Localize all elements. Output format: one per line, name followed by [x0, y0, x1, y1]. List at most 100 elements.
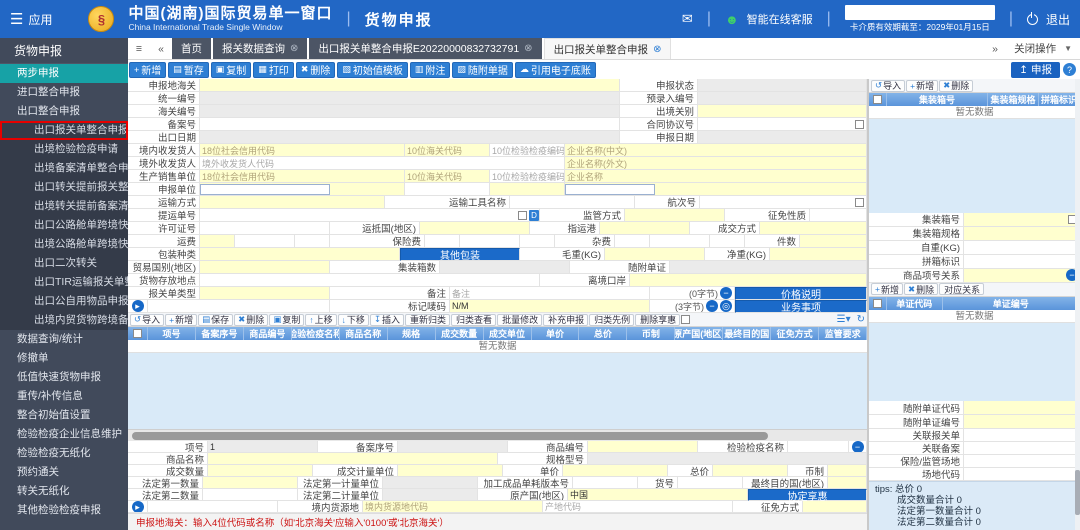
scroll-tabs-left-icon[interactable]: «	[150, 38, 172, 59]
goods-name-input[interactable]	[208, 453, 498, 465]
misc-value-input[interactable]	[650, 235, 710, 248]
legal-qty2-input[interactable]	[203, 489, 298, 501]
license-no-input[interactable]	[200, 222, 330, 235]
declare-button[interactable]: ↥申报	[1011, 62, 1060, 78]
sidebar-item[interactable]: 其他检验检疫申报	[0, 501, 128, 520]
qty-unit-input[interactable]	[398, 465, 503, 477]
sidebar-submenu-item[interactable]: 出口公路舱单跨境快速通关	[0, 216, 128, 235]
sidebar-submenu-item[interactable]: 出口TIR运输报关单整合申报	[0, 273, 128, 292]
producer-customs-code-input[interactable]: 10位海关代码	[405, 170, 490, 183]
agent-code-inset-input[interactable]	[200, 184, 330, 195]
bill-checkbox[interactable]	[518, 211, 527, 220]
tab-declaration-active[interactable]: 出口报关单整合申报⊗	[544, 38, 672, 59]
domestic-ciq-code-input[interactable]: 10位检验检疫编码	[490, 144, 565, 157]
origin-code-input[interactable]: 产地代码	[543, 501, 733, 513]
docs-toolbar-button[interactable]: 对应关系	[939, 283, 984, 295]
declare-customs-input[interactable]	[200, 79, 620, 92]
container-spec-input[interactable]	[964, 227, 1080, 241]
freight-type-input[interactable]	[200, 235, 235, 248]
items-toolbar-button[interactable]: ↺导入	[130, 314, 164, 326]
exit-customs-input[interactable]	[698, 105, 867, 118]
final-dest-input[interactable]	[828, 477, 867, 489]
trade-country-input[interactable]	[200, 261, 330, 274]
gross-weight-input[interactable]	[605, 248, 705, 261]
doc-no-input[interactable]	[964, 415, 1080, 429]
items-toolbar-button[interactable]: +新增	[165, 314, 197, 326]
horizontal-scrollbar[interactable]	[128, 429, 867, 441]
sidebar-submenu-item[interactable]: 出境检验检疫申请	[0, 140, 128, 159]
container-column-header[interactable]: 拼箱标识	[1039, 93, 1080, 106]
sidebar-submenu-item[interactable]: 出口二次转关	[0, 254, 128, 273]
producer-ciq-code-input[interactable]: 10位检验检疫编码	[490, 170, 565, 183]
expand-arrow-icon[interactable]: ▸	[132, 300, 144, 312]
levy-nature-input[interactable]	[810, 209, 867, 222]
close-tab-icon[interactable]: ⊗	[524, 43, 532, 54]
legal-qty1-input[interactable]	[203, 477, 298, 489]
currency-input[interactable]	[828, 465, 867, 477]
items-column-header[interactable]: 单价	[532, 327, 580, 340]
domestic-customs-code-input[interactable]: 10位海关代码	[405, 144, 490, 157]
sidebar-item[interactable]: 检验检疫无纸化	[0, 444, 128, 463]
remark-input[interactable]: 备注	[450, 287, 650, 300]
overseas-code-input[interactable]: 境外收发货人代码	[200, 157, 565, 170]
unit-price-input[interactable]	[563, 465, 668, 477]
site-code-input[interactable]	[964, 468, 1080, 481]
items-column-header[interactable]: 成交数量	[436, 327, 484, 340]
related-declaration-input[interactable]	[964, 429, 1080, 442]
docs-column-header[interactable]: 单证代码	[887, 297, 943, 310]
items-column-header[interactable]: 商品编号	[244, 327, 292, 340]
items-toolbar-button[interactable]: ✖删除	[234, 314, 268, 326]
sidebar-submenu-item[interactable]: 出境备案清单整合申报	[0, 159, 128, 178]
select-all-checkbox[interactable]	[133, 329, 142, 338]
tab-data-query[interactable]: 报关数据查询⊗	[213, 38, 307, 59]
items-toolbar-button[interactable]: 归类先例	[589, 314, 634, 326]
tab-home[interactable]: 首页	[172, 38, 211, 59]
collapse-circle-icon[interactable]: −	[720, 287, 732, 299]
dest-port-input[interactable]	[600, 222, 690, 235]
sidebar-item[interactable]: 检验检疫企业信息维护	[0, 425, 128, 444]
toolbar-button[interactable]: ▥附注	[410, 62, 451, 78]
items-column-header[interactable]: 商品名称	[340, 327, 388, 340]
items-column-header[interactable]: 币制	[627, 327, 675, 340]
insurance-currency-input[interactable]	[520, 235, 555, 248]
items-toolbar-button[interactable]: 删除享惠	[635, 314, 680, 326]
transport-name-input[interactable]	[510, 196, 635, 209]
sidebar-submenu-item[interactable]: 出口转关提前报关整合申报	[0, 178, 128, 197]
table-menu-icon[interactable]: ☰▾	[837, 314, 851, 325]
producer-credit-code-input[interactable]: 18位社会信用代码	[200, 170, 405, 183]
insurance-site-input[interactable]	[964, 455, 1080, 468]
supervision-mode-input[interactable]	[625, 209, 725, 222]
items-column-header[interactable]: 规格	[388, 327, 436, 340]
items-toolbar-button[interactable]: 重新归类	[405, 314, 450, 326]
tab-declaration-numbered[interactable]: 出口报关单整合申报E20220000832732791⊗	[309, 38, 541, 59]
consume-version-input[interactable]	[573, 477, 638, 489]
voyage-checkbox[interactable]	[855, 198, 864, 207]
sidebar-item[interactable]: 数据查询/统计	[0, 330, 128, 349]
logout-button[interactable]: 退出	[1046, 11, 1070, 28]
ciq-name-input[interactable]	[788, 441, 849, 453]
select-all-checkbox[interactable]	[873, 299, 882, 308]
docs-column-header[interactable]: 单证编号	[943, 297, 1080, 310]
marks-input[interactable]: N/M	[450, 300, 650, 313]
scrollbar-thumb[interactable]	[132, 432, 768, 440]
producer-name-input[interactable]: 企业名称	[565, 170, 867, 183]
qty-input[interactable]	[208, 465, 313, 477]
container-column-header[interactable]: 集装箱号	[887, 93, 988, 106]
sidebar-item[interactable]: 低值快速货物申报	[0, 368, 128, 387]
items-column-header[interactable]: 征免方式	[771, 327, 819, 340]
agent-ciq-code-input[interactable]	[490, 183, 565, 196]
decl-type-input[interactable]	[200, 287, 330, 300]
sidebar-submenu-item[interactable]: 出境公路舱单跨境快速通关	[0, 235, 128, 254]
exemption-mode-input[interactable]	[803, 501, 867, 513]
sidebar-item[interactable]: 预约通关	[0, 463, 128, 482]
doc-code-input[interactable]	[964, 401, 1080, 415]
pack-kind-input[interactable]	[200, 248, 400, 261]
contract-no-input[interactable]	[698, 118, 867, 131]
close-tab-icon[interactable]: ⊗	[653, 44, 661, 55]
sidebar-submenu-item[interactable]: 出口公自用物品申报	[0, 292, 128, 311]
items-column-header[interactable]: 检验检疫名称	[292, 327, 340, 340]
sidebar-item[interactable]: 转关无纸化	[0, 482, 128, 501]
sidebar-item[interactable]: 重传/补传信息	[0, 387, 128, 406]
freight-value-input[interactable]	[235, 235, 295, 248]
items-toolbar-button[interactable]: ▣复制	[269, 314, 304, 326]
